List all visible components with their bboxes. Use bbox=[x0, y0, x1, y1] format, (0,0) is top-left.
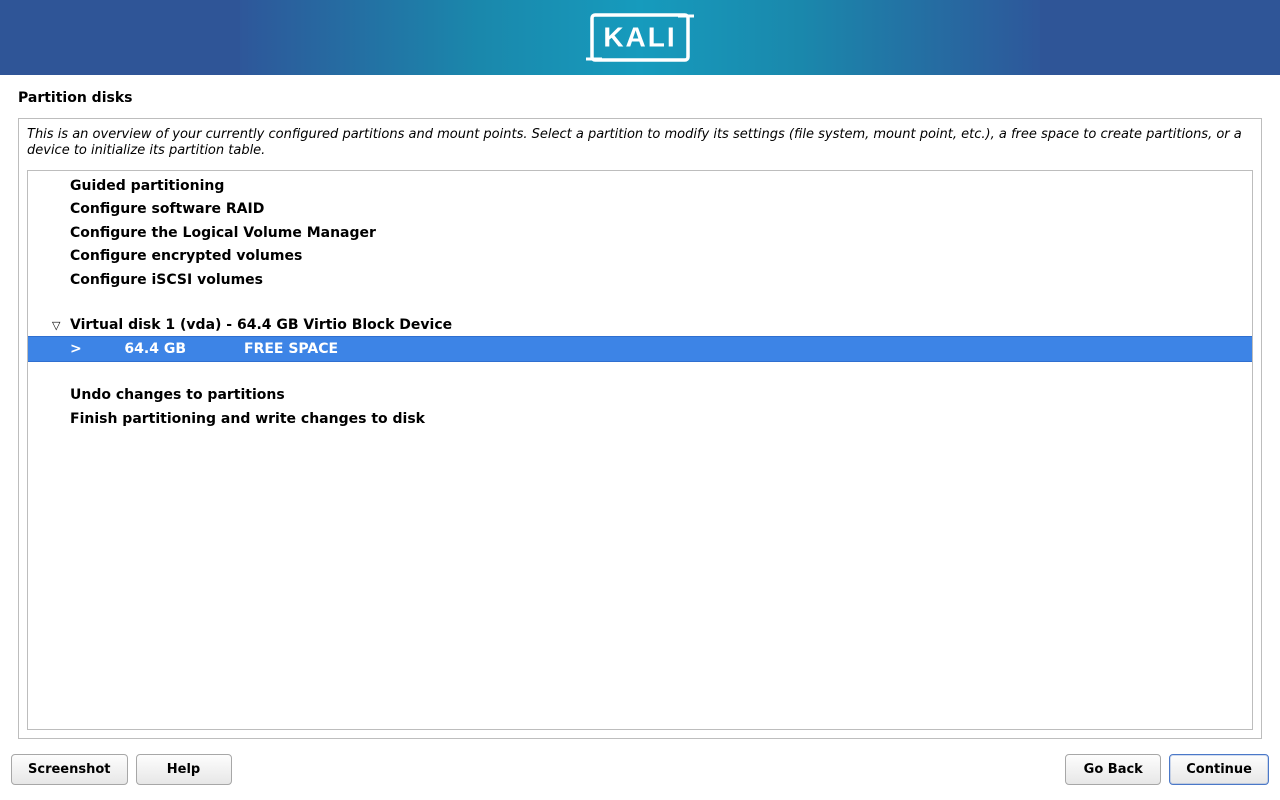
partition-list: Guided partitioning Configure software R… bbox=[27, 170, 1253, 730]
footer-bar: Screenshot Help Go Back Continue bbox=[0, 754, 1280, 785]
menu-configure-encrypted[interactable]: Configure encrypted volumes bbox=[28, 245, 1252, 269]
expand-triangle-icon: ▽ bbox=[52, 319, 60, 332]
partition-panel: This is an overview of your currently co… bbox=[18, 118, 1262, 739]
list-spacer bbox=[28, 362, 1252, 384]
header-banner: KALI bbox=[0, 0, 1280, 75]
row-size: 64.4 GB bbox=[94, 341, 244, 357]
go-back-button[interactable]: Go Back bbox=[1065, 754, 1161, 785]
action-finish-partitioning[interactable]: Finish partitioning and write changes to… bbox=[28, 408, 1252, 432]
menu-configure-lvm[interactable]: Configure the Logical Volume Manager bbox=[28, 222, 1252, 246]
list-spacer bbox=[28, 292, 1252, 314]
kali-logo: KALI bbox=[582, 9, 698, 66]
device-label: Virtual disk 1 (vda) - 64.4 GB Virtio Bl… bbox=[52, 317, 452, 333]
action-undo-changes[interactable]: Undo changes to partitions bbox=[28, 384, 1252, 408]
menu-guided-partitioning[interactable]: Guided partitioning bbox=[28, 175, 1252, 199]
help-button[interactable]: Help bbox=[136, 754, 232, 785]
row-desc: FREE SPACE bbox=[244, 341, 338, 357]
menu-configure-raid[interactable]: Configure software RAID bbox=[28, 198, 1252, 222]
device-virtual-disk-1[interactable]: ▽ Virtual disk 1 (vda) - 64.4 GB Virtio … bbox=[28, 314, 1252, 336]
menu-configure-iscsi[interactable]: Configure iSCSI volumes bbox=[28, 269, 1252, 293]
row-marker: > bbox=[70, 341, 94, 357]
logo-text: KALI bbox=[603, 21, 676, 53]
page-title: Partition disks bbox=[18, 90, 1262, 106]
screenshot-button[interactable]: Screenshot bbox=[11, 754, 128, 785]
partition-free-space-row[interactable]: > 64.4 GB FREE SPACE bbox=[28, 336, 1252, 362]
continue-button[interactable]: Continue bbox=[1169, 754, 1269, 785]
banner-center: KALI bbox=[240, 0, 1040, 75]
instructions-text: This is an overview of your currently co… bbox=[27, 127, 1253, 160]
